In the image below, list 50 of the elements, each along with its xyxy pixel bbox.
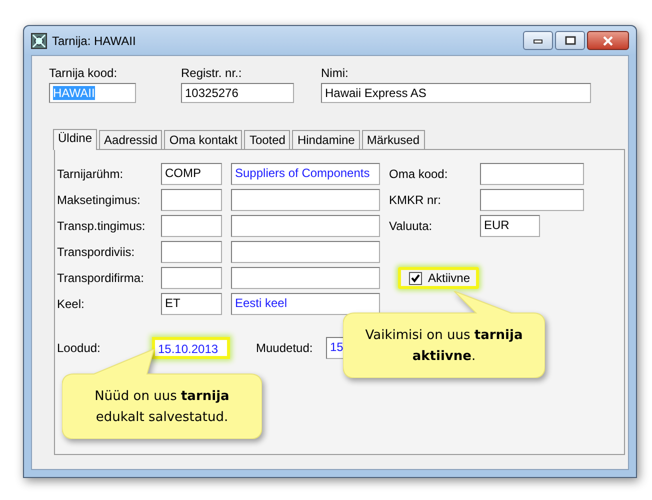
field-label: Muudetud: bbox=[256, 341, 314, 355]
tab[interactable]: Oma kontakt bbox=[164, 130, 242, 149]
field-label: Transpordiviis: bbox=[57, 245, 136, 259]
field-label: Transp.tingimus: bbox=[57, 219, 146, 233]
callout-text: Nüüd on uus tarnija edukalt salvestatud. bbox=[94, 388, 230, 426]
input-field[interactable] bbox=[480, 189, 584, 211]
field-label: Valuuta: bbox=[389, 219, 434, 233]
tab[interactable]: Märkused bbox=[362, 130, 425, 149]
code-field[interactable]: COMP bbox=[161, 163, 222, 185]
tab[interactable]: Hindamine bbox=[292, 130, 360, 149]
field-label: Tarnijarühm: bbox=[57, 167, 124, 181]
field-label: Keel: bbox=[57, 297, 86, 311]
field-label: KMKR nr: bbox=[389, 193, 442, 207]
input-field[interactable] bbox=[480, 163, 584, 185]
description-field[interactable] bbox=[231, 241, 380, 263]
field-label: Transpordifirma: bbox=[57, 271, 145, 285]
code-field[interactable] bbox=[161, 215, 222, 237]
app-icon bbox=[31, 32, 47, 48]
close-icon bbox=[602, 36, 614, 46]
field-label: Oma kood: bbox=[389, 167, 449, 181]
active-checkbox[interactable]: Aktiivne bbox=[398, 267, 480, 289]
description-field[interactable]: Suppliers of Components bbox=[231, 163, 380, 185]
window-title: Tarnija: HAWAII bbox=[52, 34, 136, 48]
minimize-icon bbox=[533, 38, 543, 44]
date-field[interactable]: 15.10.2013 bbox=[152, 337, 230, 359]
description-field[interactable] bbox=[231, 189, 380, 211]
tab[interactable]: Tooted bbox=[244, 130, 290, 149]
input-field[interactable]: EUR bbox=[480, 215, 540, 237]
description-field[interactable] bbox=[231, 267, 380, 289]
code-field[interactable]: ET bbox=[161, 293, 222, 315]
description-field[interactable]: Eesti keel bbox=[231, 293, 380, 315]
maximize-icon bbox=[564, 36, 576, 45]
field-label: Tarnija kood: bbox=[49, 66, 118, 80]
close-button[interactable] bbox=[587, 31, 629, 50]
code-field[interactable] bbox=[161, 267, 222, 289]
field-label: Loodud: bbox=[57, 341, 102, 355]
field-label: Registr. nr.: bbox=[181, 66, 243, 80]
tab[interactable]: Üldine bbox=[53, 129, 98, 150]
code-field[interactable] bbox=[161, 189, 222, 211]
field-label: Nimi: bbox=[321, 66, 350, 80]
minimize-button[interactable] bbox=[523, 31, 553, 50]
tab[interactable]: Aadressid bbox=[99, 130, 162, 149]
field-label: Maksetingimus: bbox=[57, 193, 142, 207]
maximize-button[interactable] bbox=[555, 31, 585, 50]
input-field[interactable]: Hawaii Express AS bbox=[321, 83, 591, 103]
description-field[interactable] bbox=[231, 215, 380, 237]
input-field[interactable]: 10325276 bbox=[181, 83, 294, 103]
callout-text: Vaikimisi on uus tarnija aktiivne. bbox=[364, 326, 524, 366]
check-icon bbox=[411, 274, 420, 282]
code-field[interactable] bbox=[161, 241, 222, 263]
